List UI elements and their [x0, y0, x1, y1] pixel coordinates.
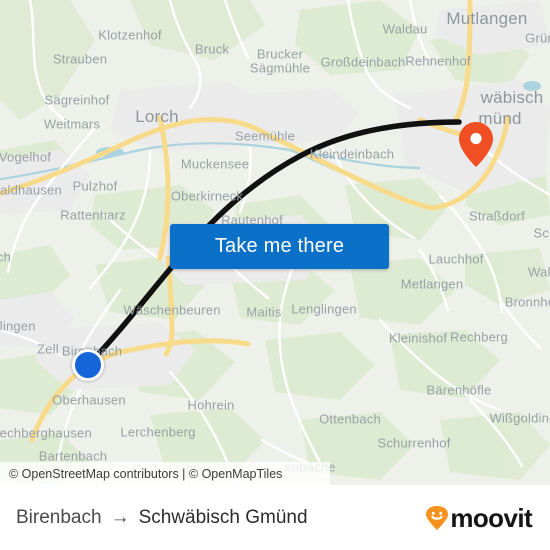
moovit-logo[interactable]: moovit — [426, 502, 533, 533]
map-canvas[interactable]: Klotzenhof Bruck Brucker Sägmühle Waldau Mutl… — [0, 0, 550, 485]
arrow-right-icon: → — [110, 507, 130, 528]
route-summary: Birenbach → Schwäbisch Gmünd — [16, 507, 308, 529]
attribution-text[interactable]: © OpenStreetMap contributors | © OpenMap… — [0, 467, 282, 481]
origin-marker[interactable] — [72, 349, 104, 381]
route-origin-label: Birenbach — [16, 506, 102, 528]
moovit-route-card: Klotzenhof Bruck Brucker Sägmühle Waldau Mutl… — [0, 0, 550, 550]
footer-bar: Birenbach → Schwäbisch Gmünd moovit — [0, 485, 550, 550]
take-me-there-button[interactable]: Take me there — [170, 224, 389, 269]
map-attribution: © OpenStreetMap contributors | © OpenMap… — [0, 462, 330, 485]
route-destination-label: Schwäbisch Gmünd — [138, 506, 308, 528]
moovit-wordmark: moovit — [450, 502, 532, 533]
moovit-pin-icon — [426, 505, 449, 530]
